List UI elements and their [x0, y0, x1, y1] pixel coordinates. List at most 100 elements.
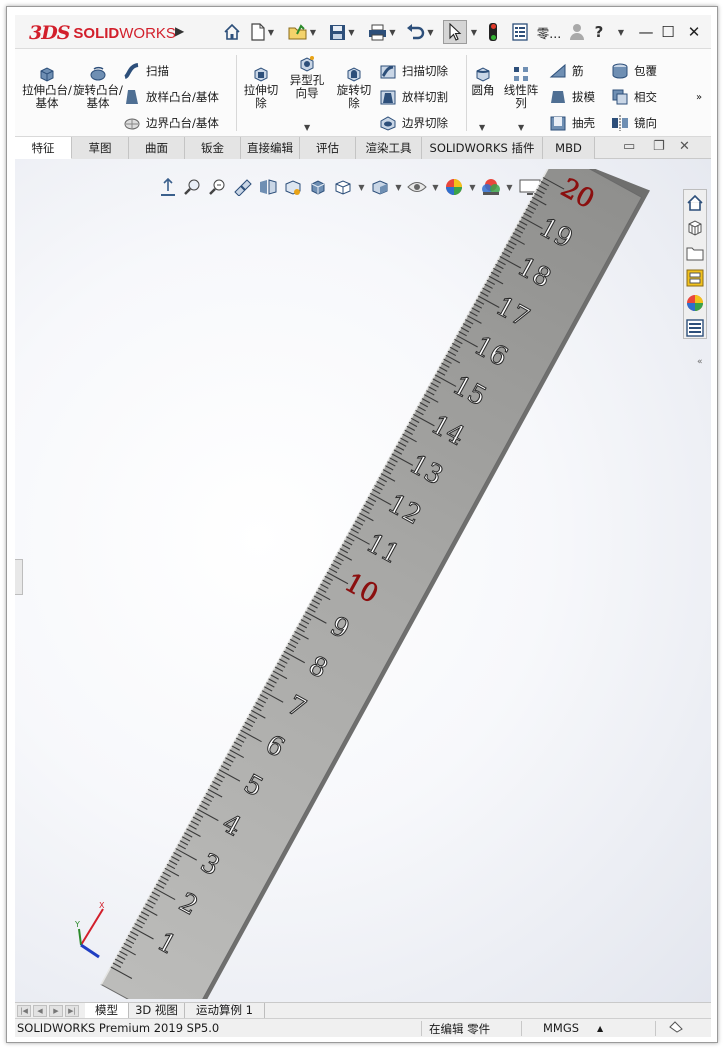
document-minimize-button[interactable]: ▭ [623, 139, 635, 154]
rib-icon [549, 63, 566, 78]
tab-mbd[interactable]: MBD [543, 137, 595, 159]
view-triad[interactable]: X Y [75, 901, 105, 959]
status-bar: SOLIDWORKS Premium 2019 SP5.0 在编辑 零件 MMG… [15, 1018, 711, 1037]
tab-surfaces[interactable]: 曲面 [129, 137, 185, 159]
lofted-cut-button[interactable]: 放样切割 [379, 87, 448, 107]
revolve-cut-icon [347, 67, 361, 82]
hole-wizard-icon [300, 56, 314, 72]
rib-button[interactable]: 筋 [549, 61, 584, 81]
y-axis-line [78, 928, 82, 946]
tab-direct-editing[interactable]: 直接编辑 [241, 137, 300, 159]
next-tab-icon[interactable]: ▶ [49, 1005, 63, 1017]
last-tab-icon[interactable]: ▶| [65, 1005, 79, 1017]
custom-properties-icon[interactable] [684, 317, 706, 339]
hole-wizard-button[interactable]: 异型孔向导 [285, 55, 329, 100]
editing-mode: 在编辑 零件 [429, 1022, 491, 1036]
solidworks-logo[interactable]: 3DS SOLIDWORKS [29, 21, 181, 45]
draft-label: 拔模 [572, 90, 595, 104]
task-pane-expand-icon[interactable]: « [697, 357, 703, 367]
tab-3d-view[interactable]: 3D 视图 [129, 1003, 185, 1019]
home-icon[interactable] [220, 20, 244, 44]
command-manager-tabs: 特征 草图 曲面 钣金 直接编辑 评估 渲染工具 SOLIDWORKS 插件 M… [15, 137, 711, 159]
view-palette-icon[interactable] [684, 267, 706, 289]
tab-sketch[interactable]: 草图 [72, 137, 129, 159]
file-properties-icon[interactable] [509, 20, 531, 44]
menu-expand-arrow-icon[interactable]: ▶ [175, 24, 187, 40]
tab-evaluate[interactable]: 评估 [300, 137, 356, 159]
unit-system-arrow-icon[interactable]: ▲ [597, 1024, 603, 1033]
linear-pattern-dropdown-icon[interactable]: ▼ [518, 123, 524, 132]
loft-boss-label: 放样凸台/基体 [146, 90, 219, 104]
first-tab-icon[interactable]: |◀ [17, 1005, 31, 1017]
boundary-boss-button[interactable]: 边界凸台/基体 [123, 113, 219, 133]
minimize-button[interactable]: — [635, 21, 657, 43]
revolve-boss-button[interactable]: 旋转凸台/基体 [73, 65, 123, 110]
lofted-cut-icon [380, 90, 396, 105]
tab-motion-study[interactable]: 运动算例 1 [185, 1003, 265, 1019]
new-document-icon[interactable]: ▼ [247, 20, 277, 44]
boundary-boss-label: 边界凸台/基体 [146, 116, 219, 130]
open-file-icon[interactable]: ▼ [285, 20, 319, 44]
design-library-icon[interactable] [684, 217, 706, 239]
tab-solidworks-addins[interactable]: SOLIDWORKS 插件 [422, 137, 543, 159]
ds-logo-mark: 3DS [29, 22, 70, 44]
close-button[interactable]: ✕ [683, 21, 705, 43]
print-icon[interactable]: ▼ [365, 20, 399, 44]
linear-pattern-button[interactable]: 线性阵列 [501, 65, 541, 110]
extrude-cut-icon [254, 67, 268, 82]
ribbon-overflow-icon[interactable]: » [696, 87, 702, 107]
fillet-dropdown-icon[interactable]: ▼ [479, 123, 485, 132]
linear-pattern-label: 线性阵列 [503, 83, 539, 110]
status-divider [421, 1021, 422, 1036]
save-icon[interactable]: ▼ [325, 20, 359, 44]
select-pointer-icon[interactable] [443, 20, 467, 44]
boundary-cut-icon [380, 116, 396, 131]
y-axis-label: Y [75, 920, 80, 929]
tab-sheet-metal[interactable]: 钣金 [185, 137, 241, 159]
hole-wizard-dropdown-icon[interactable]: ▼ [304, 123, 310, 132]
document-restore-button[interactable]: ❐ [653, 139, 665, 154]
customize-status-icon[interactable] [669, 1021, 683, 1036]
fillet-label: 圆角 [471, 83, 495, 97]
mirror-button[interactable]: 镜向 [611, 113, 657, 133]
sweep-button[interactable]: 扫描 [123, 61, 169, 81]
revolve-cut-label: 旋转切除 [336, 83, 372, 110]
user-account-icon[interactable] [567, 20, 587, 44]
tab-model[interactable]: 模型 [85, 1003, 129, 1019]
shell-button[interactable]: 抽壳 [549, 113, 595, 133]
maximize-button[interactable]: ☐ [657, 21, 679, 43]
rebuild-traffic-light-icon[interactable] [485, 20, 501, 44]
fillet-button[interactable]: 圆角 [467, 65, 499, 97]
model-view-tabs-bar: |◀ ◀ ▶ ▶| 模型 3D 视图 运动算例 1 [15, 1002, 711, 1019]
select-dropdown-icon[interactable]: ▼ [468, 20, 478, 44]
help-dropdown-icon[interactable]: ▼ [615, 20, 625, 44]
undo-icon[interactable]: ▼ [403, 20, 437, 44]
shell-icon [550, 116, 566, 131]
boundary-cut-button[interactable]: 边界切除 [379, 113, 448, 133]
intersect-button[interactable]: 相交 [611, 87, 657, 107]
tab-features[interactable]: 特征 [15, 137, 72, 159]
unit-system[interactable]: MMGS [543, 1021, 579, 1035]
help-icon[interactable]: ? [592, 20, 606, 44]
wrap-label: 包覆 [634, 64, 657, 78]
extrude-cut-button[interactable]: 拉伸切除 [240, 65, 282, 110]
appearances-scenes-icon[interactable] [684, 292, 706, 314]
document-close-button[interactable]: ✕ [679, 139, 690, 154]
draft-button[interactable]: 拔模 [549, 87, 595, 107]
loft-boss-button[interactable]: 放样凸台/基体 [123, 87, 219, 107]
solidworks-resources-icon[interactable] [684, 192, 706, 214]
ruler-model[interactable]: 1234567891011121314151617181920 X Y [75, 169, 675, 999]
x-axis-label: X [99, 901, 105, 910]
previous-tab-icon[interactable]: ◀ [33, 1005, 47, 1017]
file-explorer-icon[interactable] [684, 242, 706, 264]
revolve-cut-button[interactable]: 旋转切除 [333, 65, 375, 110]
swept-cut-button[interactable]: 扫描切除 [379, 61, 448, 81]
draft-icon [551, 91, 565, 103]
feature-manager-collapse-handle[interactable] [15, 559, 23, 595]
tab-render-tools[interactable]: 渲染工具 [356, 137, 422, 159]
wrap-button[interactable]: 包覆 [611, 61, 657, 81]
graphics-area[interactable]: ▼ ▼ ▼ ▼ ▼ ▼ « [15, 159, 711, 1002]
linear-pattern-icon [514, 67, 528, 81]
part-dropdown[interactable]: 零... [535, 20, 563, 44]
extrude-boss-button[interactable]: 拉伸凸台/基体 [21, 65, 73, 110]
